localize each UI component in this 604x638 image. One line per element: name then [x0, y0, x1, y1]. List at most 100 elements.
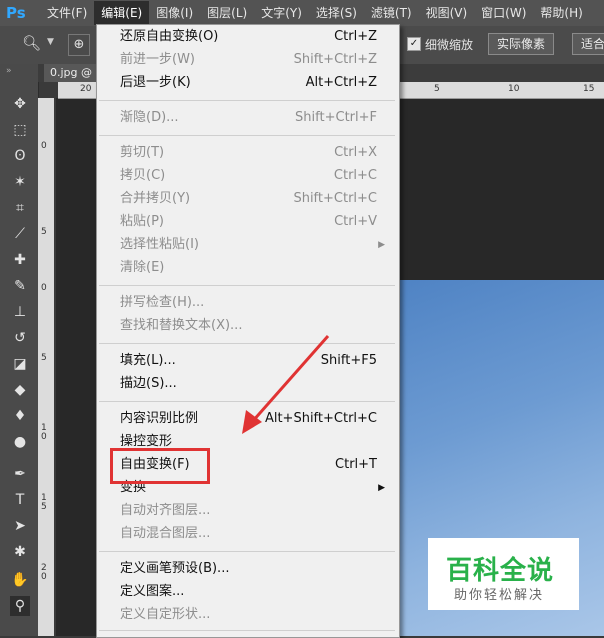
- menu-item-label: 剪切(T): [120, 145, 165, 160]
- menu-item-shortcut: Ctrl+T: [335, 457, 377, 472]
- zoom-icon[interactable]: ⚲: [10, 596, 30, 616]
- menu-item-auto-blend[interactable]: 自动混合图层...: [97, 523, 397, 545]
- menu-file[interactable]: 文件(F): [40, 1, 94, 25]
- menu-item-step-forward[interactable]: 前进一步(W) Shift+Ctrl+Z: [97, 49, 397, 71]
- menu-separator: [99, 343, 395, 344]
- history-brush-icon[interactable]: ↺: [10, 328, 30, 348]
- menu-item-shortcut: Ctrl+X: [334, 145, 377, 160]
- menu-item-fill[interactable]: 填充(L)... Shift+F5: [97, 350, 397, 372]
- ruler-tick-label: 15: [41, 493, 47, 512]
- panel-collapse-icon[interactable]: »: [6, 66, 12, 76]
- menu-item-label: 前进一步(W): [120, 52, 195, 67]
- menu-item-label: 定义自定形状...: [120, 607, 211, 622]
- dodge-icon[interactable]: ●: [10, 432, 30, 452]
- menu-type[interactable]: 文字(Y): [254, 1, 309, 25]
- actual-pixels-button[interactable]: 实际像素: [488, 33, 555, 55]
- ruler-tick-label: 20: [41, 563, 47, 582]
- menu-item-label: 定义画笔预设(B)...: [120, 561, 230, 576]
- menu-item-label: 自动混合图层...: [120, 526, 211, 541]
- menu-filter[interactable]: 滤镜(T): [364, 1, 419, 25]
- eyedropper-icon[interactable]: ⟋: [10, 224, 30, 244]
- menu-item-content-aware-scale[interactable]: 内容识别比例 Alt+Shift+Ctrl+C: [97, 408, 397, 430]
- zoom-tool-icon[interactable]: 🔍︎: [22, 34, 44, 54]
- menu-separator: [99, 551, 395, 552]
- spot-heal-icon[interactable]: ✚: [10, 250, 30, 270]
- menu-item-find-replace[interactable]: 查找和替换文本(X)...: [97, 315, 397, 337]
- magic-wand-icon[interactable]: ✶: [10, 172, 30, 192]
- menu-item-label: 定义图案...: [120, 584, 185, 599]
- menu-item-label: 选择性粘贴(I): [120, 237, 199, 252]
- menu-item-undo[interactable]: 还原自由变换(O) Ctrl+Z: [97, 26, 397, 48]
- pen-icon[interactable]: ✒: [10, 464, 30, 484]
- ruler-tick-label: 5: [434, 84, 440, 94]
- menu-view[interactable]: 视图(V): [419, 1, 475, 25]
- eraser-icon[interactable]: ◪: [10, 354, 30, 374]
- menu-item-paste-special[interactable]: 选择性粘贴(I) ▶: [97, 234, 397, 256]
- scrubby-zoom-checkbox[interactable]: ✓: [407, 37, 421, 51]
- menu-item-paste[interactable]: 粘贴(P) Ctrl+V: [97, 211, 397, 233]
- menu-item-shortcut: Alt+Shift+Ctrl+C: [264, 411, 377, 426]
- menu-item-label: 后退一步(K): [120, 75, 191, 90]
- menu-item-step-backward[interactable]: 后退一步(K) Alt+Ctrl+Z: [97, 72, 397, 94]
- menu-separator: [99, 630, 395, 631]
- menu-item-define-brush[interactable]: 定义画笔预设(B)...: [97, 558, 397, 580]
- menu-item-define-shape[interactable]: 定义自定形状...: [97, 604, 397, 626]
- lasso-icon[interactable]: ʘ: [10, 146, 30, 166]
- menu-edit[interactable]: 编辑(E): [94, 1, 150, 25]
- menu-item-label: 内容识别比例: [120, 411, 199, 426]
- tools-panel: » ✥ ⬚ ʘ ✶ ⌗ ⟋ ✚ ✎ ⊥ ↺ ◪ ◆ ♦ ● ✒ T ➤ ✱ ✋ …: [0, 64, 39, 636]
- blur-icon[interactable]: ♦: [10, 406, 30, 426]
- menu-separator: [99, 285, 395, 286]
- zoom-in-icon[interactable]: ⊕: [68, 34, 90, 56]
- ruler-tick-label: 0: [41, 283, 47, 293]
- ruler-tick-label: 10: [41, 423, 47, 442]
- menu-item-label: 自动对齐图层...: [120, 503, 211, 518]
- ruler-tick-label: 10: [508, 84, 520, 94]
- watermark: 百科全说 助你轻松解决: [428, 538, 579, 610]
- brush-icon[interactable]: ✎: [10, 276, 30, 296]
- menu-help[interactable]: 帮助(H): [533, 1, 589, 25]
- menu-item-label: 拷贝(C): [120, 168, 166, 183]
- watermark-title: 百科全说: [446, 556, 555, 586]
- edit-menu: 还原自由变换(O) Ctrl+Z 前进一步(W) Shift+Ctrl+Z 后退一步…: [96, 24, 400, 638]
- menu-item-shortcut: Alt+Ctrl+Z: [305, 75, 377, 90]
- menu-item-label: 粘贴(P): [120, 214, 164, 229]
- chevron-down-icon[interactable]: ▼: [47, 37, 54, 47]
- menu-item-define-pattern[interactable]: 定义图案...: [97, 581, 397, 603]
- ruler-tick-label: 0: [41, 141, 47, 151]
- menu-item-shortcut: Shift+Ctrl+F: [295, 110, 377, 125]
- text-icon[interactable]: T: [10, 490, 30, 510]
- menu-item-copy[interactable]: 拷贝(C) Ctrl+C: [97, 165, 397, 187]
- menu-item-auto-align[interactable]: 自动对齐图层...: [97, 500, 397, 522]
- menu-item-label: 查找和替换文本(X)...: [120, 318, 243, 333]
- menu-item-label: 渐隐(D)...: [120, 110, 179, 125]
- bucket-icon[interactable]: ◆: [10, 380, 30, 400]
- menu-item-fade[interactable]: 渐隐(D)... Shift+Ctrl+F: [97, 107, 397, 129]
- ruler-tick-label: 15: [583, 84, 595, 94]
- menu-item-label: 清除(E): [120, 260, 165, 275]
- menu-separator: [99, 135, 395, 136]
- scrubby-zoom-label: 细微缩放: [425, 38, 474, 52]
- menu-item-shortcut: Ctrl+V: [334, 214, 377, 229]
- move-icon[interactable]: ✥: [10, 94, 30, 114]
- menu-item-clear[interactable]: 清除(E): [97, 257, 397, 279]
- menu-item-spell-check[interactable]: 拼写检查(H)...: [97, 292, 397, 314]
- menu-layer[interactable]: 图层(L): [200, 1, 254, 25]
- hand-icon[interactable]: ✋: [10, 570, 30, 590]
- path-select-icon[interactable]: ➤: [10, 516, 30, 536]
- menu-window[interactable]: 窗口(W): [474, 1, 533, 25]
- marquee-icon[interactable]: ⬚: [10, 120, 30, 140]
- crop-icon[interactable]: ⌗: [10, 198, 30, 218]
- menu-item-copy-merged[interactable]: 合并拷贝(Y) Shift+Ctrl+C: [97, 188, 397, 210]
- menu-item-shortcut: Ctrl+C: [333, 168, 377, 183]
- menu-item-stroke[interactable]: 描边(S)...: [97, 373, 397, 395]
- stamp-icon[interactable]: ⊥: [10, 302, 30, 322]
- menu-item-cut[interactable]: 剪切(T) Ctrl+X: [97, 142, 397, 164]
- document-tab[interactable]: 0.jpg @: [44, 64, 99, 82]
- menu-item-shortcut: Shift+Ctrl+C: [293, 191, 377, 206]
- menu-bar: Ps 文件(F) 编辑(E) 图像(I) 图层(L) 文字(Y) 选择(S) 滤…: [0, 0, 604, 26]
- menu-select[interactable]: 选择(S): [309, 1, 364, 25]
- fit-screen-button[interactable]: 适合: [572, 33, 604, 55]
- shape-icon[interactable]: ✱: [10, 542, 30, 562]
- menu-image[interactable]: 图像(I): [149, 1, 200, 25]
